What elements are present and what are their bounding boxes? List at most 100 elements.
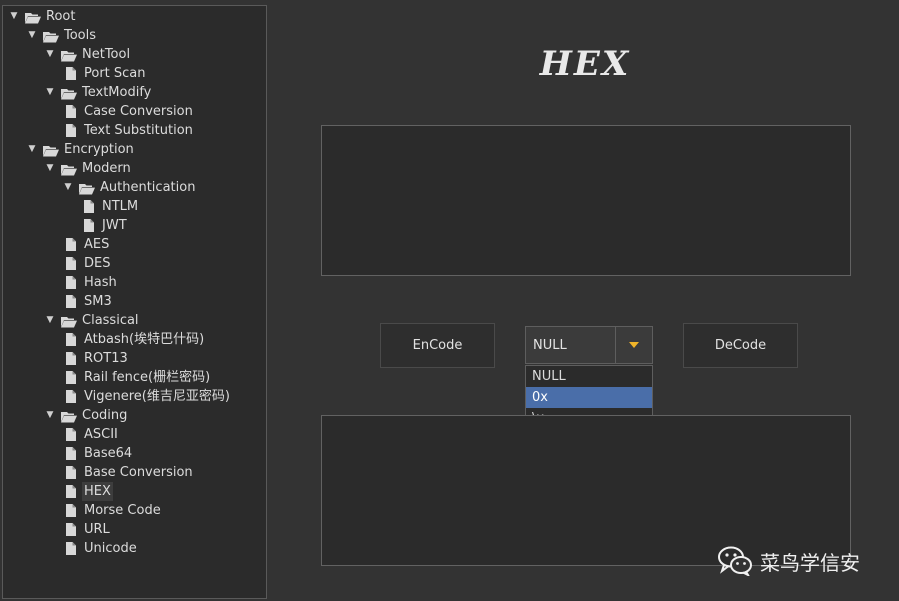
tree-item-tools[interactable]: ▼ Tools <box>27 26 98 45</box>
dropdown-option[interactable]: 0x <box>526 387 652 408</box>
tree-item-rot13[interactable]: ROT13 <box>63 349 130 368</box>
chevron-down-icon[interactable] <box>615 327 652 363</box>
watermark: 菜鸟学信安 <box>718 546 860 576</box>
file-icon <box>66 447 76 460</box>
file-icon <box>66 257 76 270</box>
expand-arrow-icon[interactable]: ▼ <box>45 45 55 64</box>
tree-item-des[interactable]: DES <box>63 254 112 273</box>
tree-item-textmodify[interactable]: ▼ TextModify <box>45 83 153 102</box>
expand-arrow-icon[interactable]: ▼ <box>45 406 55 425</box>
tree-item-root[interactable]: ▼ Root <box>9 7 77 26</box>
tree-item-label: NTLM <box>102 199 139 214</box>
file-icon <box>66 105 76 118</box>
folder-open-icon <box>61 87 77 99</box>
file-icon <box>66 238 76 251</box>
folder-open-icon <box>79 182 95 194</box>
tree-item-hex[interactable]: HEX <box>63 482 113 501</box>
output-textarea[interactable] <box>321 415 851 566</box>
tree-item-label: Rail fence(栅栏密码) <box>84 370 211 385</box>
tree-item-case-conversion[interactable]: Case Conversion <box>63 102 195 121</box>
tree-item-label: Hash <box>84 275 117 290</box>
tree-item-label: Base64 <box>84 446 133 461</box>
file-icon <box>66 333 76 346</box>
dropdown-option[interactable]: NULL <box>526 366 652 387</box>
tree-item-label: HEX <box>82 482 113 501</box>
tree-item-label: AES <box>84 237 110 252</box>
tree-item-ascii[interactable]: ASCII <box>63 425 120 444</box>
tree-item-nettool[interactable]: ▼ NetTool <box>45 45 132 64</box>
file-icon <box>66 67 76 80</box>
expand-arrow-icon[interactable]: ▼ <box>63 178 73 197</box>
tree-item-label: Root <box>46 9 76 24</box>
watermark-text: 菜鸟学信安 <box>760 550 860 575</box>
file-icon <box>66 428 76 441</box>
folder-open-icon <box>61 49 77 61</box>
tree-item-hash[interactable]: Hash <box>63 273 119 292</box>
tree-item-encryption[interactable]: ▼ Encryption <box>27 140 136 159</box>
file-icon <box>66 276 76 289</box>
tree-item-text-substitution[interactable]: Text Substitution <box>63 121 195 140</box>
tree-item-vigenere[interactable]: Vigenere(维吉尼亚密码) <box>63 387 232 406</box>
tree-item-base64[interactable]: Base64 <box>63 444 134 463</box>
file-icon <box>84 219 94 232</box>
tree-item-label: Base Conversion <box>84 465 193 480</box>
folder-open-icon <box>61 163 77 175</box>
tree-item-port-scan[interactable]: Port Scan <box>63 64 148 83</box>
expand-arrow-icon[interactable]: ▼ <box>27 26 37 45</box>
tree-item-url[interactable]: URL <box>63 520 112 539</box>
tree-item-base-conversion[interactable]: Base Conversion <box>63 463 195 482</box>
expand-arrow-icon[interactable]: ▼ <box>9 7 19 26</box>
page-title: HEX <box>539 44 631 84</box>
folder-open-icon <box>61 410 77 422</box>
folder-open-icon <box>61 315 77 327</box>
expand-arrow-icon[interactable]: ▼ <box>45 83 55 102</box>
tree-item-jwt[interactable]: JWT <box>81 216 129 235</box>
tree-item-label: JWT <box>102 218 127 233</box>
navigation-tree[interactable]: ▼ Root ▼ Tools ▼ NetTool Port Scan ▼ TextModify C… <box>2 5 267 599</box>
tree-item-coding[interactable]: ▼ Coding <box>45 406 129 425</box>
file-icon <box>66 124 76 137</box>
wechat-icon <box>718 546 752 576</box>
tree-item-label: URL <box>84 522 110 537</box>
tree-item-label: Modern <box>82 161 131 176</box>
tree-item-label: Morse Code <box>84 503 161 518</box>
tree-item-classical[interactable]: ▼ Classical <box>45 311 141 330</box>
file-icon <box>66 466 76 479</box>
tree-item-label: NetTool <box>82 47 131 62</box>
file-icon <box>66 542 76 555</box>
tree-item-authentication[interactable]: ▼ Authentication <box>63 178 197 197</box>
tree-item-label: Classical <box>82 313 139 328</box>
expand-arrow-icon[interactable]: ▼ <box>27 140 37 159</box>
file-icon <box>66 295 76 308</box>
expand-arrow-icon[interactable]: ▼ <box>45 159 55 178</box>
folder-open-icon <box>43 144 59 156</box>
tree-item-unicode[interactable]: Unicode <box>63 539 139 558</box>
tree-item-label: Case Conversion <box>84 104 193 119</box>
tree-item-label: Unicode <box>84 541 137 556</box>
tree-item-atbash[interactable]: Atbash(埃特巴什码) <box>63 330 206 349</box>
tree-item-modern[interactable]: ▼ Modern <box>45 159 133 178</box>
tree-item-label: Tools <box>64 28 97 43</box>
tree-item-morse-code[interactable]: Morse Code <box>63 501 163 520</box>
tree-item-ntlm[interactable]: NTLM <box>81 197 140 216</box>
tree-item-label: Coding <box>82 408 128 423</box>
tree-item-label: SM3 <box>84 294 112 309</box>
tree-item-label: ROT13 <box>84 351 128 366</box>
tree-item-label: ASCII <box>84 427 118 442</box>
file-icon <box>66 371 76 384</box>
file-icon <box>66 504 76 517</box>
decode-button[interactable]: DeCode <box>683 323 798 368</box>
tree-item-sm3[interactable]: SM3 <box>63 292 114 311</box>
separator-combobox[interactable]: NULL <box>525 326 653 364</box>
file-icon <box>84 200 94 213</box>
tree-item-label: Text Substitution <box>84 123 193 138</box>
input-textarea[interactable] <box>321 125 851 276</box>
combobox-value: NULL <box>533 337 567 353</box>
file-icon <box>66 390 76 403</box>
encode-button[interactable]: EnCode <box>380 323 495 368</box>
tree-item-aes[interactable]: AES <box>63 235 111 254</box>
folder-open-icon <box>43 30 59 42</box>
folder-open-icon <box>25 11 41 23</box>
tree-item-rail-fence[interactable]: Rail fence(栅栏密码) <box>63 368 212 387</box>
expand-arrow-icon[interactable]: ▼ <box>45 311 55 330</box>
